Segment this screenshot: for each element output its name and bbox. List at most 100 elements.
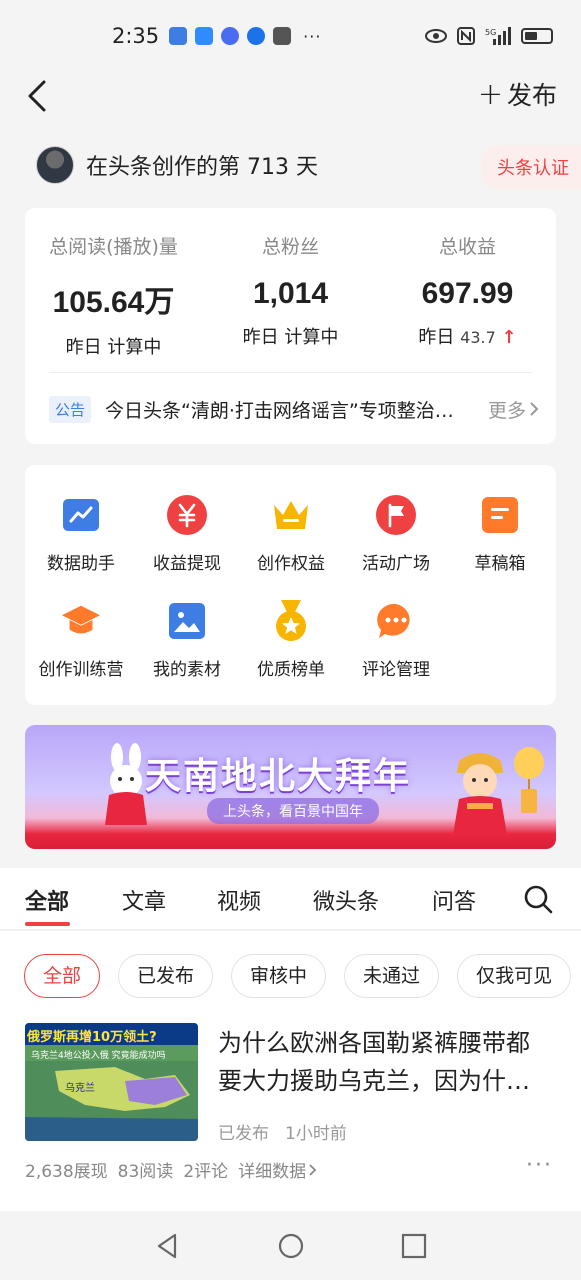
article-title[interactable]: 为什么欧洲各国勒紧裤腰带都要大力援助乌克兰，因为什么？	[218, 1024, 548, 1100]
chart-icon	[61, 495, 101, 535]
stat-yesterday: 昨日 计算中	[202, 323, 379, 349]
status-time: 2:35	[112, 24, 160, 48]
nav-back-icon[interactable]	[153, 1232, 181, 1260]
stat-total-earnings[interactable]: 总收益 697.99 昨日 43.7 ↑	[379, 232, 556, 349]
battery-icon	[521, 28, 553, 44]
banner-subtitle: 上头条，看百景中国年	[207, 798, 379, 824]
trend-up-icon: ↑	[501, 327, 517, 348]
tool-comment-management[interactable]: 评论管理	[343, 601, 449, 680]
tool-earnings-withdraw[interactable]: 收益提现	[134, 495, 240, 574]
nfc-icon	[457, 27, 475, 45]
filter-under-review[interactable]: 审核中	[231, 954, 327, 998]
filter-all[interactable]: 全部	[24, 954, 101, 998]
detail-data-label: 详细数据	[238, 1162, 307, 1182]
eye-icon	[425, 29, 447, 43]
stat-value: 1,014	[252, 277, 329, 310]
tool-quality-ranking[interactable]: 优质榜单	[238, 600, 344, 680]
back-button[interactable]	[22, 78, 58, 114]
notification-icons: ···	[169, 27, 321, 46]
tool-training-camp[interactable]: 创作训练营	[28, 601, 134, 680]
medal-icon	[271, 600, 311, 641]
stat-total-reads[interactable]: 总阅读(播放)量 105.64万 昨日 计算中	[25, 232, 202, 359]
child-illustration	[453, 753, 507, 835]
mail-app-icon	[273, 27, 292, 45]
tool-drafts[interactable]: 草稿箱	[447, 495, 553, 574]
tool-creator-benefits[interactable]: 创作权益	[238, 495, 344, 574]
article-meta: 已发布 1小时前	[218, 1119, 347, 1144]
more-label: 更多	[487, 399, 526, 422]
stat-yesterday-value: 43.7	[460, 328, 496, 347]
crown-icon	[271, 495, 311, 535]
stat-yesterday-label: 昨日	[65, 337, 102, 358]
yuan-icon	[167, 495, 207, 535]
tool-label: 评论管理	[362, 660, 430, 680]
tab-all[interactable]: 全部	[25, 884, 69, 916]
draft-icon	[480, 495, 520, 535]
cloud-app-icon	[195, 27, 214, 45]
stat-yesterday-value: 计算中	[107, 337, 162, 358]
tab-articles[interactable]: 文章	[122, 884, 166, 916]
comment-icon	[376, 601, 416, 641]
tool-label: 数据助手	[47, 554, 115, 574]
stat-yesterday-label: 昨日	[242, 327, 279, 348]
tab-qa[interactable]: 问答	[432, 884, 476, 916]
more-notifications-icon: ···	[303, 26, 322, 46]
nav-home-icon[interactable]	[277, 1232, 305, 1260]
shield-app-icon	[169, 27, 188, 45]
tool-label: 优质榜单	[257, 660, 325, 680]
flag-icon	[376, 495, 416, 535]
announcement-text[interactable]: 今日头条“清朗·打击网络谣言”专项整治行动	[105, 396, 455, 423]
stat-yesterday-value: 计算中	[284, 327, 339, 348]
article-impressions: 2,638展现	[25, 1162, 108, 1182]
stat-total-fans[interactable]: 总粉丝 1,014 昨日 计算中	[202, 232, 379, 349]
filter-published[interactable]: 已发布	[118, 954, 214, 998]
announcement-row[interactable]: 公告 今日头条“清朗·打击网络谣言”专项整治行动 更多	[49, 394, 540, 424]
status-filter-row: 全部 已发布 审核中 未通过 仅我可见	[24, 954, 572, 998]
stat-value: 105.64万	[52, 286, 175, 319]
certification-badge[interactable]: 头条认证	[481, 145, 581, 189]
article-stats: 2,638展现 83阅读 2评论 详细数据	[25, 1157, 318, 1182]
avatar[interactable]	[36, 146, 74, 184]
stat-yesterday: 昨日 43.7 ↑	[379, 323, 556, 349]
tool-data-assistant[interactable]: 数据助手	[28, 495, 134, 574]
tool-label: 草稿箱	[474, 554, 526, 574]
stat-value: 697.99	[421, 277, 514, 310]
tab-videos[interactable]: 视频	[217, 884, 261, 916]
filter-rejected[interactable]: 未通过	[344, 954, 440, 998]
publish-button[interactable]: + 发布	[478, 76, 557, 112]
stat-label: 总收益	[438, 236, 496, 258]
tool-label: 活动广场	[362, 554, 430, 574]
stat-label: 总阅读(播放)量	[49, 236, 178, 258]
system-nav-bar	[0, 1212, 581, 1280]
tool-activity-square[interactable]: 活动广场	[343, 495, 449, 574]
image-icon	[167, 601, 207, 641]
more-link[interactable]: 更多	[488, 396, 540, 423]
more-options-button[interactable]: ···	[526, 1153, 553, 1178]
announcement-tag: 公告	[49, 395, 92, 423]
tool-label: 创作权益	[257, 554, 325, 574]
content-tabs: 全部 文章 视频 微头条 问答	[0, 868, 581, 930]
tool-label: 我的素材	[153, 660, 221, 680]
tool-my-materials[interactable]: 我的素材	[134, 601, 240, 680]
globe-app-icon	[247, 27, 266, 45]
map-label: 乌克兰	[65, 1081, 95, 1094]
tool-label: 创作训练营	[38, 660, 124, 680]
article-reads: 83阅读	[117, 1162, 174, 1182]
active-tab-indicator	[25, 922, 70, 926]
map-illustration: 乌克兰	[25, 1061, 198, 1141]
search-icon[interactable]	[523, 884, 553, 914]
creator-row: 在头条创作的第 713 天 头条认证	[36, 145, 581, 189]
nav-recents-icon[interactable]	[400, 1232, 428, 1260]
filter-private[interactable]: 仅我可见	[457, 954, 572, 998]
music-app-icon	[221, 27, 240, 45]
lantern-illustration	[514, 747, 544, 813]
detail-data-link[interactable]: 详细数据	[238, 1157, 318, 1182]
stat-yesterday-label: 昨日	[418, 327, 455, 348]
tab-micro-posts[interactable]: 微头条	[313, 884, 379, 916]
article-thumbnail[interactable]: 俄罗斯再增10万领土? 乌克兰4地公投入俄 究竟能成功吗 乌克兰	[25, 1023, 198, 1141]
new-year-banner[interactable]: 天南地北大拜年 上头条，看百景中国年	[25, 725, 556, 849]
signal-icon: 5G	[485, 27, 511, 45]
tools-grid: 数据助手 收益提现 创作权益 活动广场 草稿箱 创作训练营 我的素材 优质榜单 …	[25, 465, 556, 705]
tool-label: 收益提现	[153, 554, 221, 574]
article-status: 已发布	[218, 1124, 269, 1144]
